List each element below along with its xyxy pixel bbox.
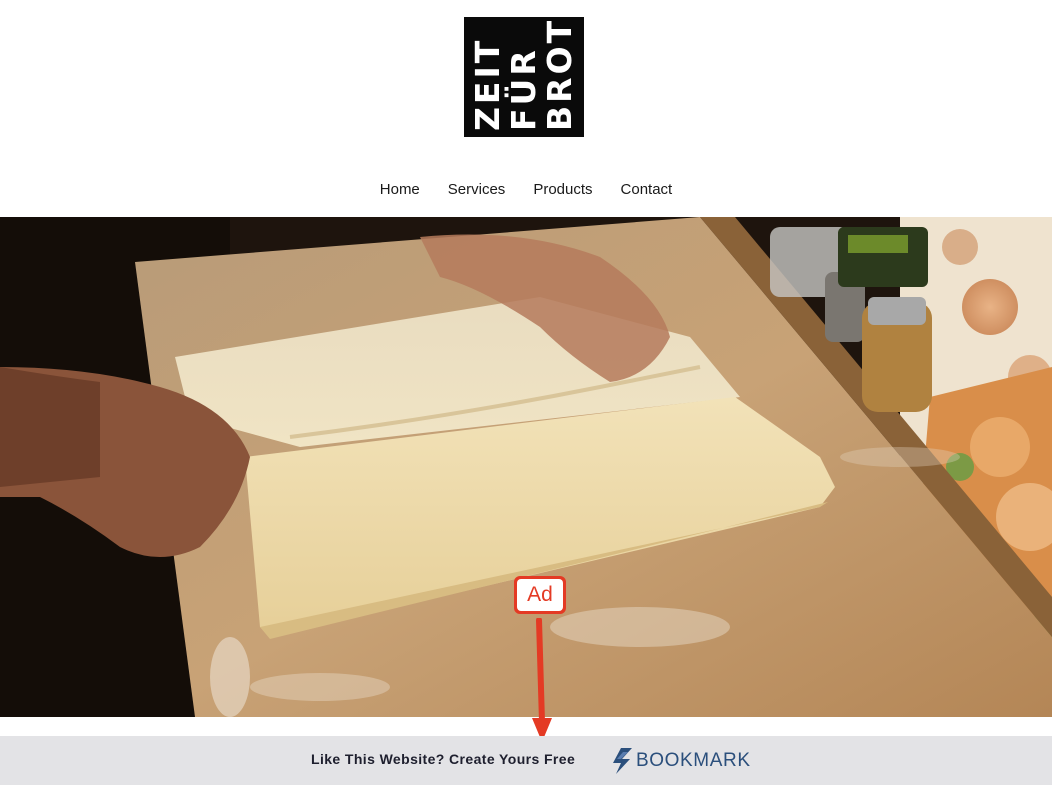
bookmark-ad-banner[interactable]: Like This Website? Create Yours Free BOO… (0, 736, 1052, 785)
nav-services[interactable]: Services (448, 178, 506, 202)
nav-home[interactable]: Home (380, 178, 420, 202)
page: ZEIT FÜR BROT Home Services Products Con… (0, 0, 1052, 785)
logo-line-1: ZEIT (468, 37, 507, 131)
nav-products[interactable]: Products (533, 178, 592, 202)
bookmark-logo-text: BOOKMARK (636, 750, 751, 771)
ad-label-text: Ad (517, 579, 563, 611)
main-nav: Home Services Products Contact (0, 178, 1052, 202)
site-logo[interactable]: ZEIT FÜR BROT (464, 17, 584, 137)
hero-image (0, 217, 1052, 717)
logo-line-2: FÜR (504, 47, 543, 131)
ad-arrow-icon (532, 618, 552, 742)
logo-text-block: ZEIT FÜR BROT (464, 17, 584, 137)
bookmark-logo[interactable]: BOOKMARK (612, 748, 751, 774)
dough-photo-illustration (0, 217, 1052, 717)
ad-label-badge: Ad (514, 576, 566, 614)
bookmark-logo-icon (613, 748, 632, 774)
banner-text[interactable]: Like This Website? Create Yours Free (311, 751, 575, 767)
logo-line-3: BROT (540, 17, 579, 131)
nav-contact[interactable]: Contact (621, 178, 673, 202)
site-header: ZEIT FÜR BROT Home Services Products Con… (0, 0, 1052, 217)
